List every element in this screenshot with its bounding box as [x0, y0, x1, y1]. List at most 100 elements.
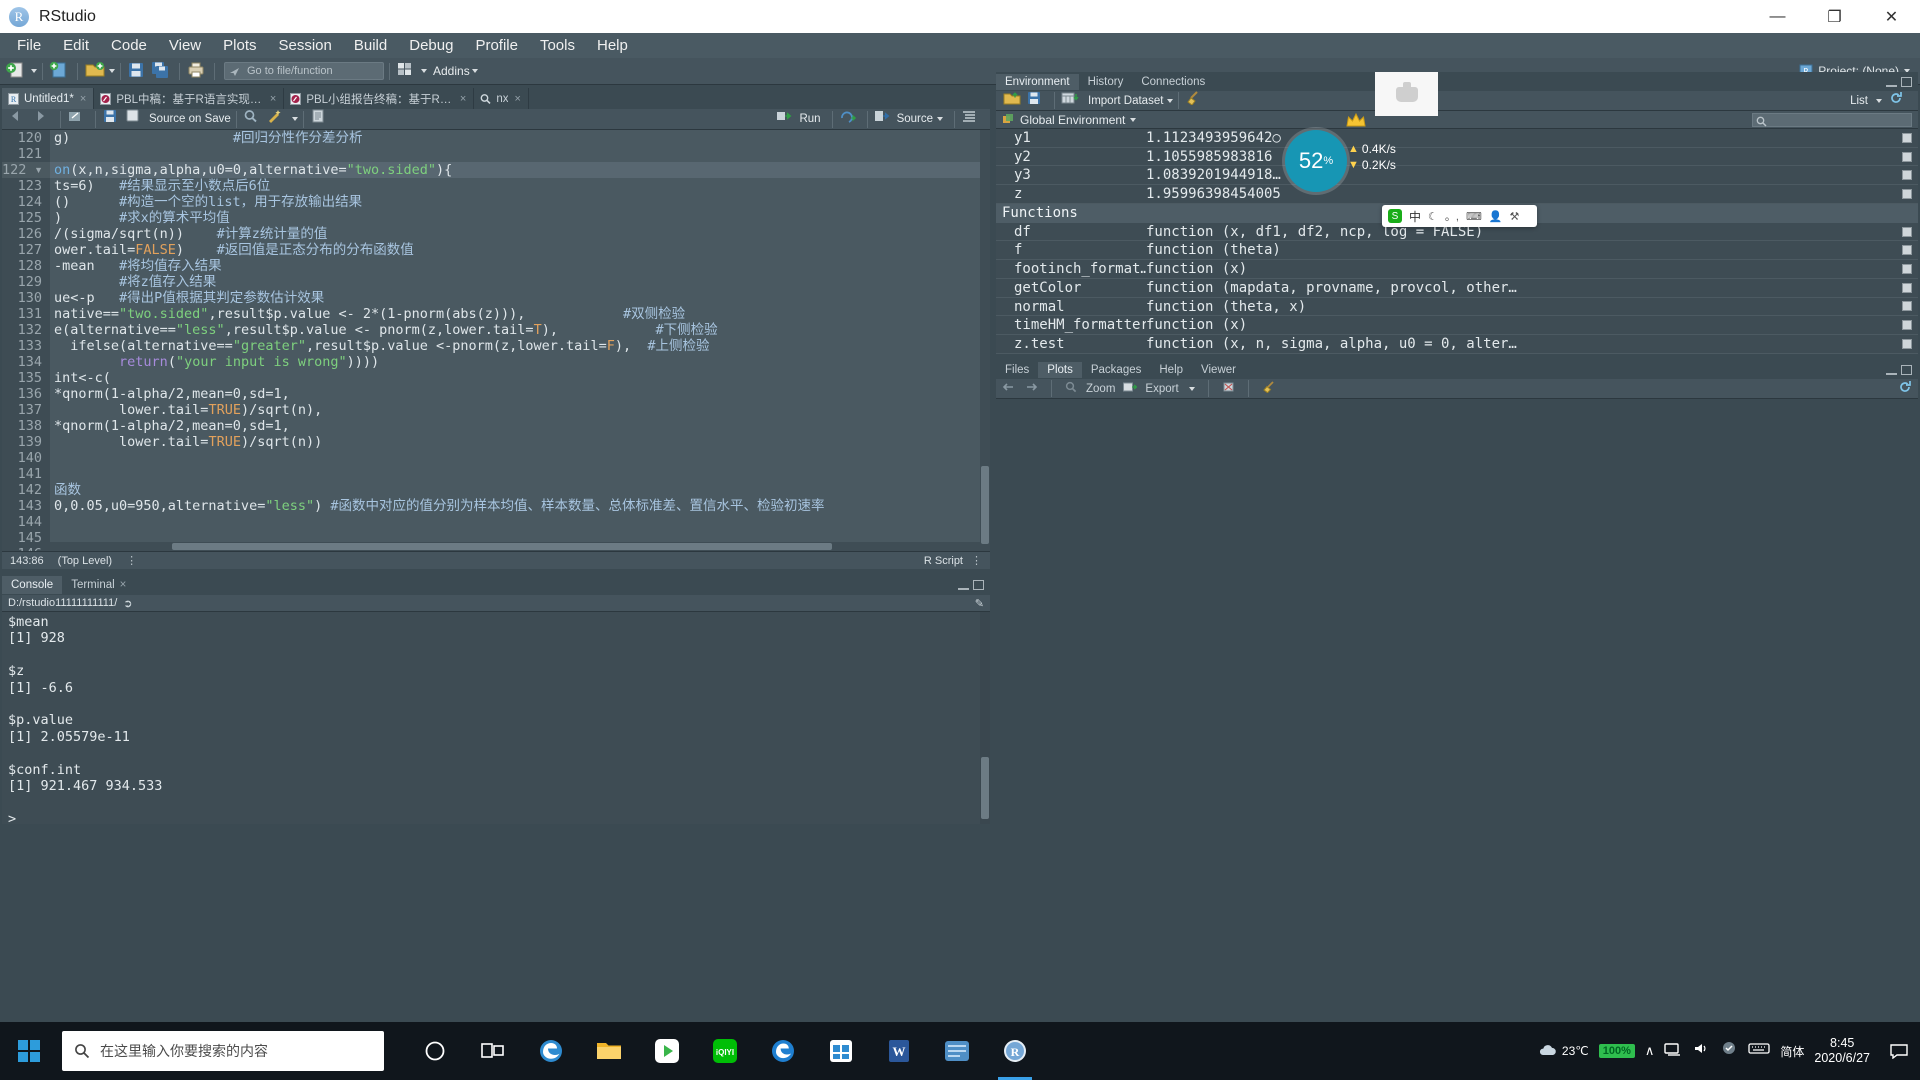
- microsoft-store-icon[interactable]: [812, 1022, 870, 1080]
- environment-function-row[interactable]: f function (theta): [996, 241, 1918, 261]
- code-line-130[interactable]: 130 ue<-p #得出P值根据其判定参数估计效果: [2, 290, 990, 306]
- taskbar-clock[interactable]: 8:45 2020/6/27: [1814, 1036, 1876, 1066]
- save-workspace-icon[interactable]: [1026, 91, 1048, 111]
- ime-punctuation-icon[interactable]: 。,: [1445, 208, 1459, 224]
- export-icon[interactable]: [1123, 381, 1138, 396]
- view-grid-icon[interactable]: [1902, 263, 1912, 274]
- save-all-icon[interactable]: [151, 61, 173, 81]
- tab-files[interactable]: Files: [996, 362, 1038, 378]
- plot-previous-icon[interactable]: [1002, 381, 1016, 396]
- view-grid-icon[interactable]: [1902, 151, 1912, 162]
- menu-session[interactable]: Session: [268, 35, 343, 56]
- view-grid-icon[interactable]: [1902, 226, 1912, 237]
- environment-value-row[interactable]: y2 1.1055985983816: [996, 147, 1918, 167]
- editor-vertical-scrollbar[interactable]: [980, 130, 990, 551]
- code-tools-icon[interactable]: [267, 109, 289, 129]
- open-directory-icon[interactable]: ➲: [123, 597, 132, 610]
- task-view-icon[interactable]: [464, 1022, 522, 1080]
- close-tab-icon[interactable]: ×: [80, 93, 86, 105]
- workspace-panes-icon[interactable]: [396, 61, 418, 81]
- source-icon[interactable]: [874, 109, 896, 129]
- ime-keyboard-icon[interactable]: ⌨: [1466, 210, 1482, 223]
- minimize-button[interactable]: —: [1749, 0, 1806, 33]
- battery-percent-badge[interactable]: 100%: [1598, 1044, 1635, 1058]
- run-button[interactable]: Run: [799, 113, 820, 125]
- open-file-caret-icon[interactable]: [109, 69, 115, 73]
- view-grid-icon[interactable]: [1902, 320, 1912, 331]
- weather-indicator[interactable]: 23℃: [1538, 1043, 1589, 1059]
- code-line-131[interactable]: 131 native=="two.sided",result$p.value <-…: [2, 306, 990, 322]
- code-line-132[interactable]: 132 e(alternative=="less",result$p.value …: [2, 322, 990, 338]
- zoom-label[interactable]: Zoom: [1086, 383, 1115, 395]
- clear-workspace-broom-icon[interactable]: [1185, 90, 1207, 111]
- source-tab-1[interactable]: PBL中稿：基于R语言实现重庆房价走势... ×: [94, 88, 285, 109]
- code-line-124[interactable]: 124() #构造一个空的list，用于存放输出结果: [2, 194, 990, 210]
- browser-icon[interactable]: [754, 1022, 812, 1080]
- editor-horizontal-scrollbar[interactable]: [50, 542, 980, 551]
- panes-caret-icon[interactable]: [421, 69, 427, 73]
- close-tab-icon[interactable]: ×: [120, 579, 127, 591]
- source-caret-icon[interactable]: [937, 117, 943, 121]
- code-editor[interactable]: 120 g) #回归分性作分差分析 121 122 ▾ on(x,n,sigma,alp…: [2, 130, 990, 551]
- usb-device-widget[interactable]: [1375, 72, 1438, 116]
- new-file-icon[interactable]: [6, 61, 28, 81]
- source-on-save-checkbox[interactable]: [126, 109, 148, 129]
- back-arrow-icon[interactable]: [8, 109, 30, 129]
- iqiyi-icon[interactable]: iQIYI: [696, 1022, 754, 1080]
- environment-function-row[interactable]: timeHM_formatter function (x): [996, 316, 1918, 335]
- ime-moon-icon[interactable]: ☾: [1428, 210, 1438, 223]
- tab-plots[interactable]: Plots: [1038, 361, 1082, 378]
- console-output[interactable]: $mean [1] 928 $z [1] -6.6 $p.value [1] 2.0557…: [2, 612, 990, 824]
- tab-history[interactable]: History: [1079, 74, 1133, 90]
- network-tray-icon[interactable]: [1664, 1041, 1682, 1061]
- console-minimize-icon[interactable]: [958, 584, 969, 590]
- new-project-icon[interactable]: [49, 61, 71, 81]
- code-line-141[interactable]: 141: [2, 466, 990, 482]
- console-maximize-icon[interactable]: [973, 580, 984, 590]
- export-caret-icon[interactable]: [1188, 386, 1195, 391]
- close-tab-icon[interactable]: ×: [270, 93, 276, 105]
- code-line-122[interactable]: 122 ▾ on(x,n,sigma,alpha,u0=0,alternative…: [2, 162, 990, 178]
- console-clear-icon[interactable]: ✎: [975, 597, 984, 610]
- rstudio-taskbar-icon[interactable]: R: [986, 1022, 1044, 1080]
- environment-value-row[interactable]: y1 1.1123493959642○: [996, 129, 1918, 148]
- console-scrollbar[interactable]: [980, 612, 990, 824]
- document-outline-icon[interactable]: [961, 109, 983, 129]
- code-line-143[interactable]: 143 0,0.05,u0=950,alternative="less") #函数…: [2, 498, 990, 514]
- code-line-127[interactable]: 127 ower.tail=FALSE) #返回值是正态分布的分布函数值: [2, 242, 990, 258]
- import-dataset-icon[interactable]: [1061, 91, 1083, 111]
- code-line-142[interactable]: 142 函数: [2, 482, 990, 498]
- view-grid-icon[interactable]: [1902, 338, 1912, 349]
- tab-connections[interactable]: Connections: [1132, 74, 1214, 90]
- plots-refresh-icon[interactable]: [1898, 380, 1912, 397]
- cortana-icon[interactable]: [406, 1022, 464, 1080]
- filetype-caret-icon[interactable]: ⋮: [971, 554, 982, 567]
- tab-viewer[interactable]: Viewer: [1192, 362, 1245, 378]
- import-dataset-caret-icon[interactable]: [1167, 98, 1174, 103]
- addins-button[interactable]: Addins: [433, 64, 470, 78]
- run-icon[interactable]: [776, 109, 798, 129]
- save-icon[interactable]: [102, 109, 124, 129]
- print-icon[interactable]: [186, 61, 208, 81]
- code-line-137[interactable]: 137 lower.tail=TRUE)/sqrt(n),: [2, 402, 990, 418]
- file-explorer-icon[interactable]: [580, 1022, 638, 1080]
- menu-profile[interactable]: Profile: [464, 35, 529, 56]
- code-line-136[interactable]: 136 *qnorm(1-alpha/2,mean=0,sd=1,: [2, 386, 990, 402]
- zoom-icon[interactable]: [1065, 381, 1078, 396]
- plot-display-area[interactable]: [996, 399, 1918, 831]
- source-tab-2[interactable]: PBL小组报告终稿：基于R语言实现重庆... ×: [284, 88, 475, 109]
- menu-debug[interactable]: Debug: [398, 35, 464, 56]
- refresh-icon[interactable]: [1889, 91, 1911, 111]
- environment-function-row[interactable]: getColor function (mapdata, provname, pro…: [996, 278, 1918, 298]
- show-hidden-icons-chevron[interactable]: ∧: [1645, 1043, 1655, 1059]
- export-label[interactable]: Export: [1145, 383, 1178, 395]
- editor-scroll-thumb[interactable]: [981, 466, 989, 544]
- environment-search-input[interactable]: [1752, 112, 1912, 127]
- action-center-icon[interactable]: [1886, 1022, 1912, 1080]
- code-line-128[interactable]: 128 -mean #将均值存入结果: [2, 258, 990, 274]
- start-button[interactable]: [0, 1022, 58, 1080]
- menu-edit[interactable]: Edit: [52, 35, 100, 56]
- menu-file[interactable]: File: [6, 35, 52, 56]
- view-grid-icon[interactable]: [1902, 301, 1912, 312]
- code-line-126[interactable]: 126/(sigma/sqrt(n)) #计算z统计量的值: [2, 226, 990, 242]
